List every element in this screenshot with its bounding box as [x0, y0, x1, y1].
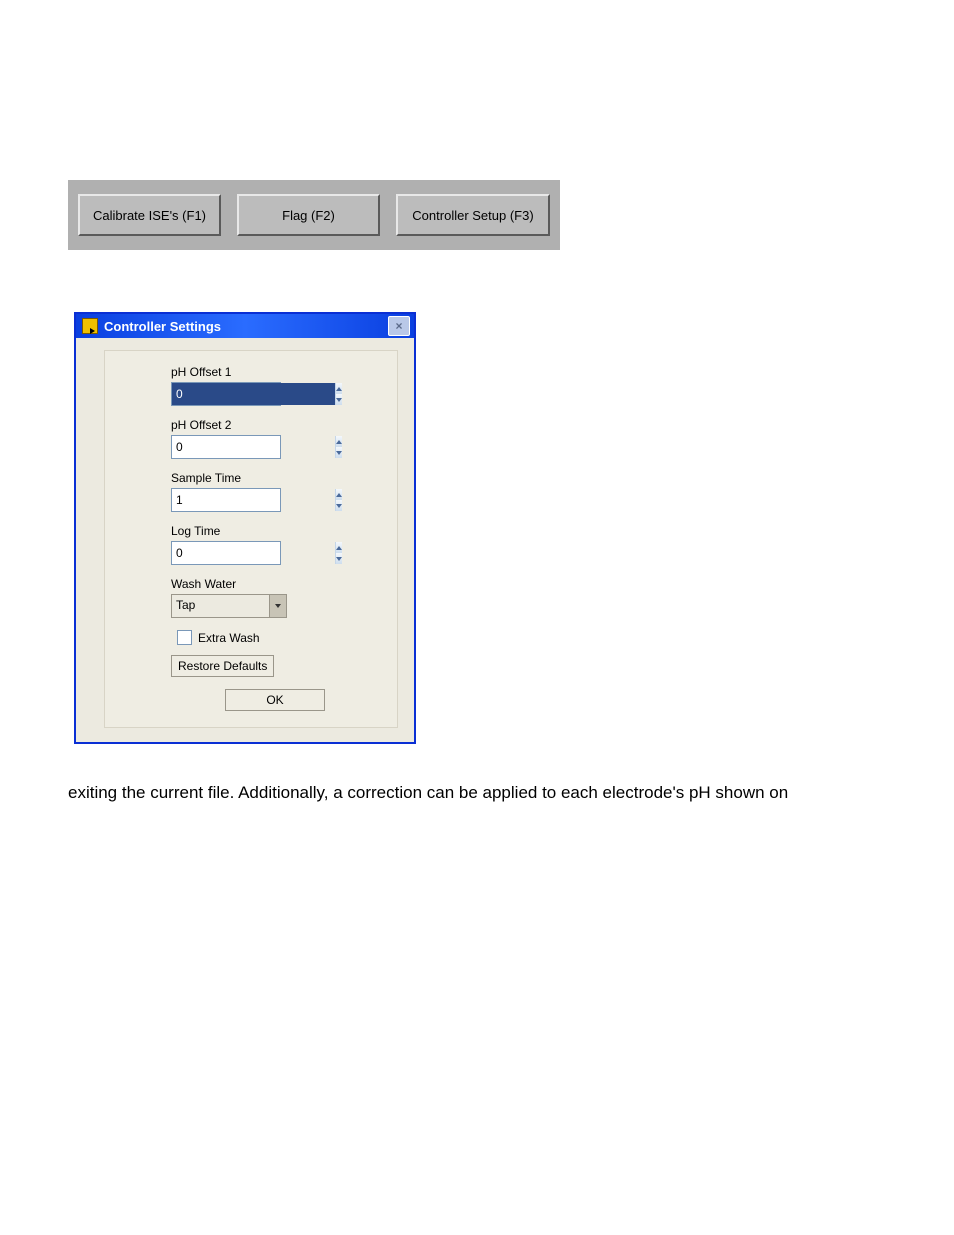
settings-panel: pH Offset 1 pH Offset 2 [104, 350, 398, 728]
wash-water-label: Wash Water [171, 577, 379, 591]
sample-time-stepper[interactable] [171, 488, 281, 512]
sample-time-input[interactable] [172, 489, 335, 511]
ph-offset-1-input[interactable] [172, 383, 335, 405]
log-time-stepper[interactable] [171, 541, 281, 565]
wash-water-select[interactable]: Tap [171, 594, 287, 618]
extra-wash-checkbox[interactable] [177, 630, 192, 645]
log-time-input[interactable] [172, 542, 335, 564]
ph-offset-1-label: pH Offset 1 [171, 365, 379, 379]
dialog-title: Controller Settings [104, 319, 221, 334]
toolbar-strip: Calibrate ISE's (F1) Flag (F2) Controlle… [68, 180, 560, 250]
ph-offset-1-stepper[interactable] [171, 382, 281, 406]
chevron-up-icon[interactable] [336, 383, 342, 394]
dropdown-icon[interactable] [269, 595, 286, 617]
controller-settings-dialog: Controller Settings × pH Offset 1 [74, 312, 416, 744]
chevron-up-icon[interactable] [336, 542, 342, 553]
ph-offset-2-label: pH Offset 2 [171, 418, 379, 432]
chevron-down-icon[interactable] [336, 500, 342, 511]
log-time-label: Log Time [171, 524, 379, 538]
chevron-down-icon[interactable] [336, 553, 342, 564]
ph-offset-2-input[interactable] [172, 436, 335, 458]
chevron-up-icon[interactable] [336, 436, 342, 447]
app-icon [82, 318, 98, 334]
ph-offset-2-stepper[interactable] [171, 435, 281, 459]
flag-button[interactable]: Flag (F2) [237, 194, 380, 236]
chevron-down-icon[interactable] [336, 447, 342, 458]
sample-time-label: Sample Time [171, 471, 379, 485]
extra-wash-label: Extra Wash [198, 631, 260, 645]
titlebar[interactable]: Controller Settings × [76, 314, 414, 338]
ok-button[interactable]: OK [225, 689, 325, 711]
chevron-up-icon[interactable] [336, 489, 342, 500]
chevron-down-icon[interactable] [336, 394, 342, 405]
controller-setup-button[interactable]: Controller Setup (F3) [396, 194, 550, 236]
wash-water-value: Tap [172, 595, 269, 617]
body-paragraph: exiting the current file. Additionally, … [68, 783, 788, 803]
calibrate-ises-button[interactable]: Calibrate ISE's (F1) [78, 194, 221, 236]
restore-defaults-button[interactable]: Restore Defaults [171, 655, 274, 677]
close-icon[interactable]: × [388, 316, 410, 336]
